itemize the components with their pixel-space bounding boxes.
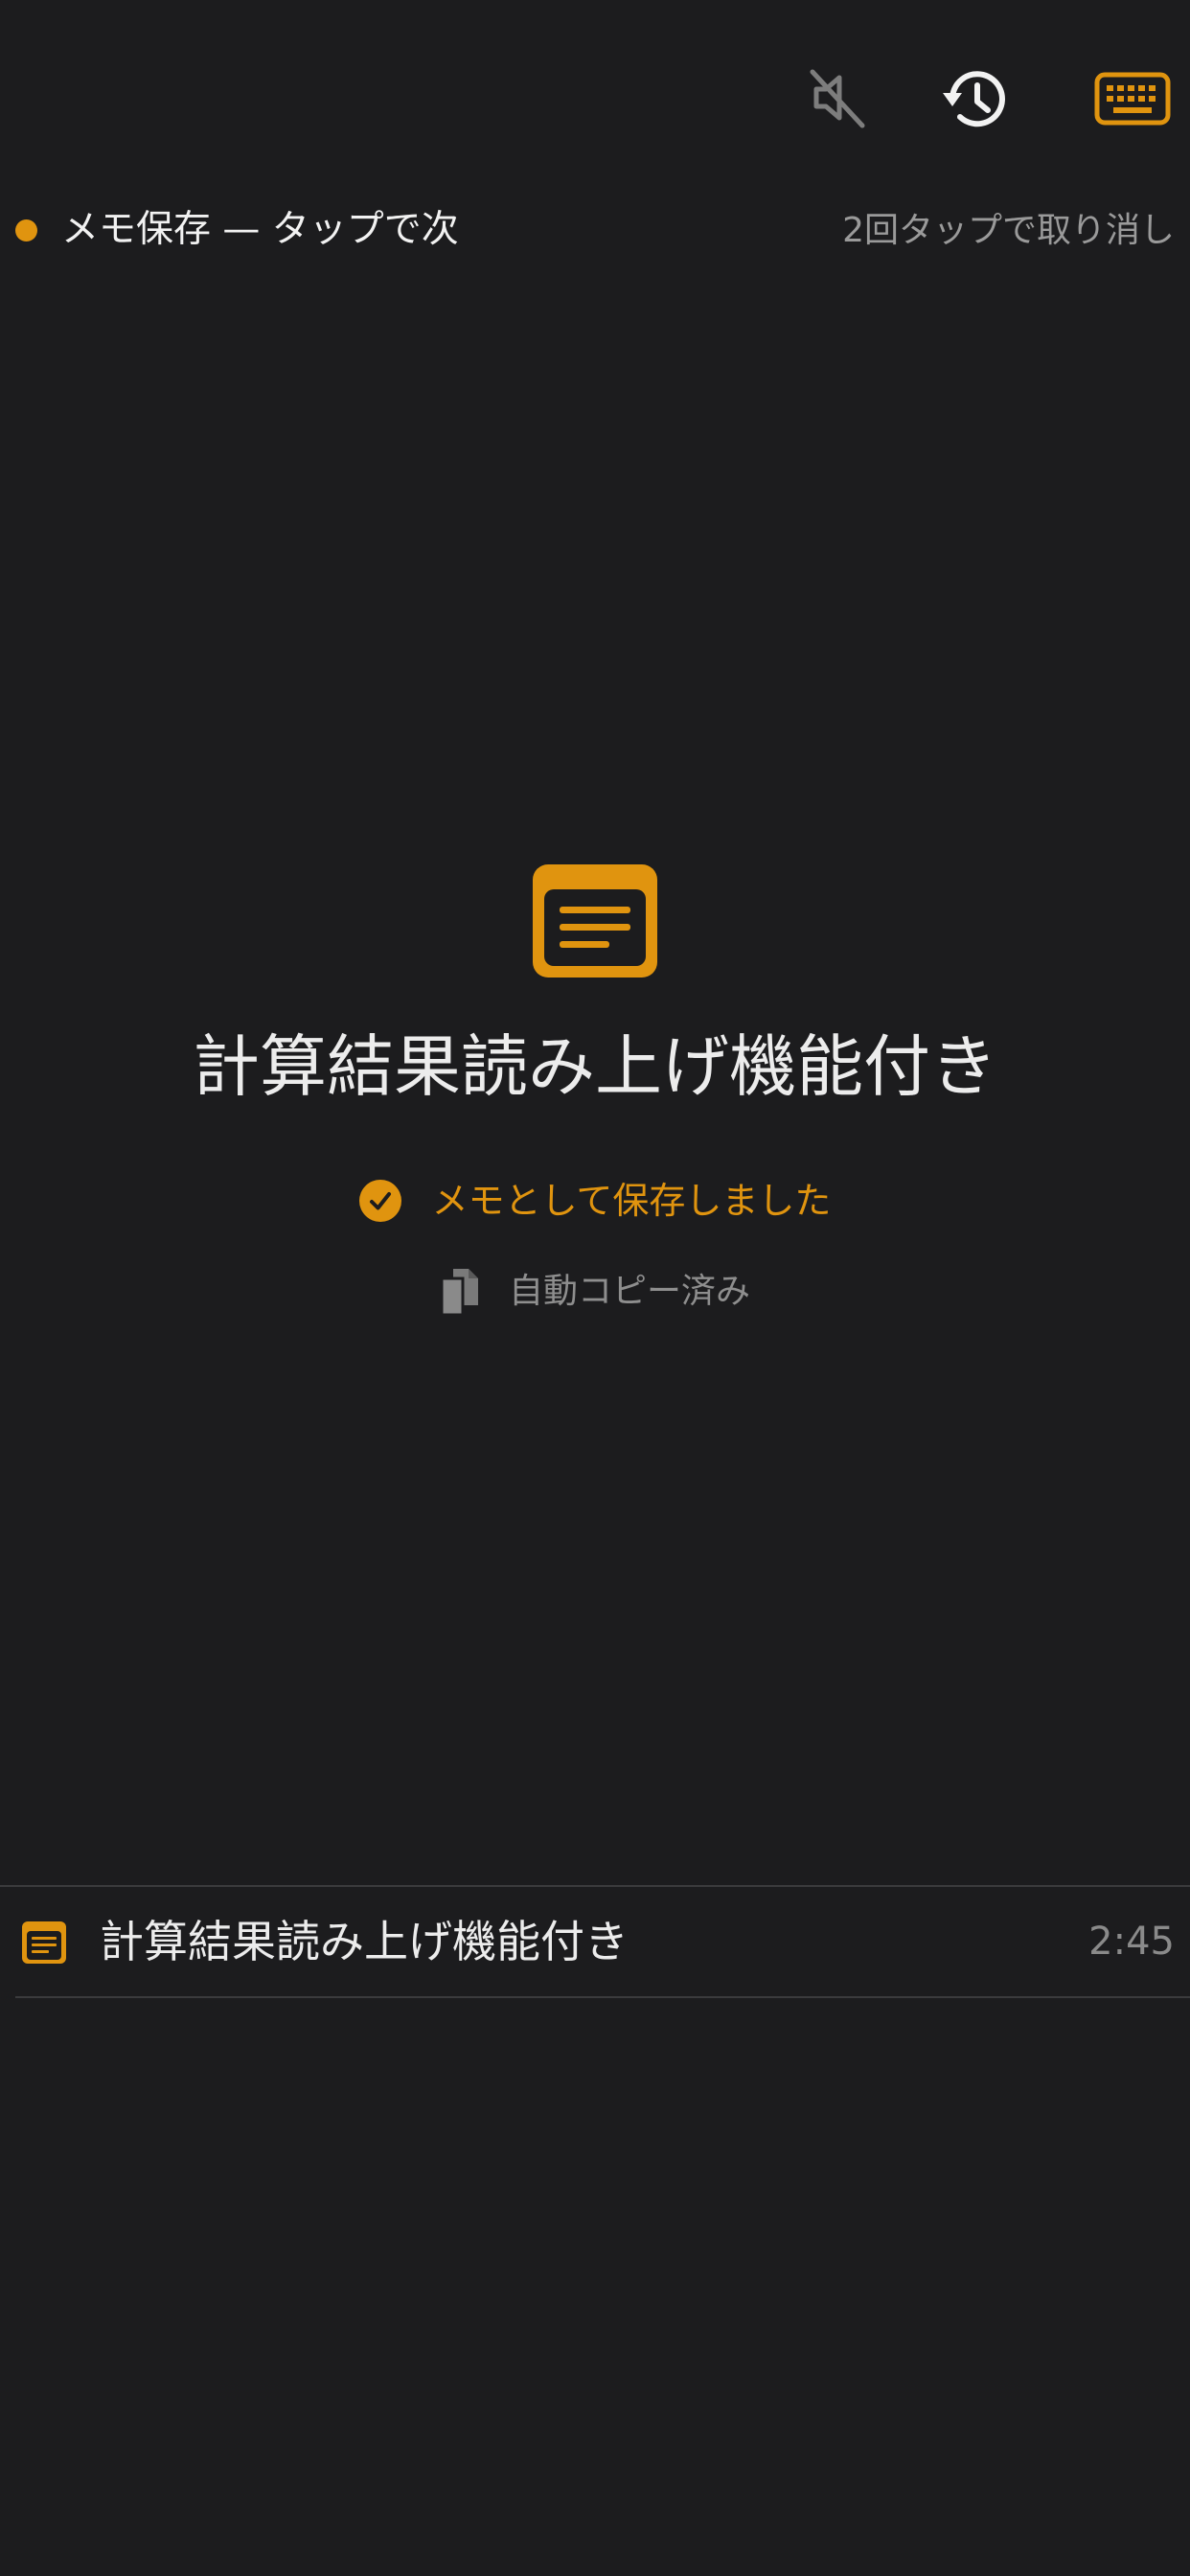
copied-label: 自動コピー済み [508,1272,750,1311]
copy-documents-icon [440,1269,478,1317]
result-title: 計算結果読み上げ機能付き [193,1027,997,1106]
history-item-time: 2:45 [1088,1920,1175,1964]
history-icon [943,71,1005,127]
undo-hint: 2回タップで取り消し [842,211,1175,250]
keyboard-icon [1094,72,1171,126]
history-item-title: 計算結果読み上げ機能付き [100,1916,629,1967]
speaker-muted-icon [810,69,865,128]
status-text: メモ保存 — タップで次 [61,208,459,251]
copy-status: 自動コピー済み [0,1261,1190,1322]
history-button[interactable] [936,61,1013,138]
keyboard-button[interactable] [1092,67,1173,130]
divider [15,1996,1190,1998]
check-circle-icon [358,1180,401,1222]
history-list-item[interactable]: 計算結果読み上げ機能付き 2:45 [0,1887,1190,1996]
status-row[interactable]: メモ保存 — タップで次 2回タップで取り消し [0,192,1190,268]
status-indicator-dot [15,219,37,242]
mute-button[interactable] [800,61,873,134]
saved-label: メモとして保存しました [431,1180,832,1222]
saved-confirmation: メモとして保存しました [0,1170,1190,1231]
note-icon [22,1921,66,1964]
note-icon [533,864,657,978]
